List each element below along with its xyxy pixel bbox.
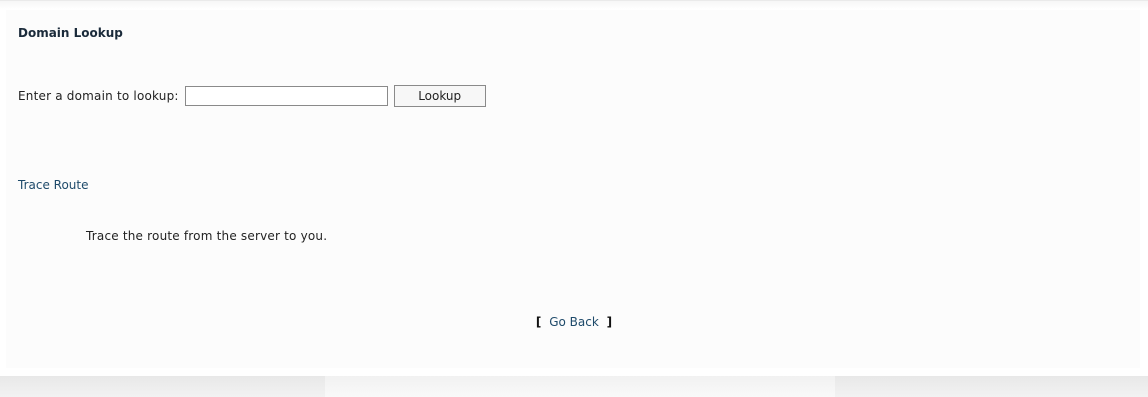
domain-input[interactable] xyxy=(184,86,388,106)
go-back-link[interactable]: Go Back xyxy=(549,315,599,329)
go-back-container: [ Go Back ] xyxy=(0,315,1148,329)
page-frame: Domain Lookup Enter a domain to lookup: … xyxy=(0,0,1148,397)
bottom-bar xyxy=(0,376,1148,397)
top-border xyxy=(0,0,1148,9)
trace-route-description: Trace the route from the server to you. xyxy=(86,229,328,243)
go-back-close-bracket: ] xyxy=(606,315,613,329)
domain-lookup-form: Enter a domain to lookup: Lookup xyxy=(18,84,486,108)
bottom-bar-center xyxy=(325,376,835,397)
trace-route-link[interactable]: Trace Route xyxy=(18,178,88,192)
lookup-button[interactable]: Lookup xyxy=(393,85,486,107)
go-back-open-bracket: [ xyxy=(535,315,542,329)
domain-lookup-title: Domain Lookup xyxy=(18,26,123,40)
domain-lookup-label: Enter a domain to lookup: xyxy=(18,89,179,103)
